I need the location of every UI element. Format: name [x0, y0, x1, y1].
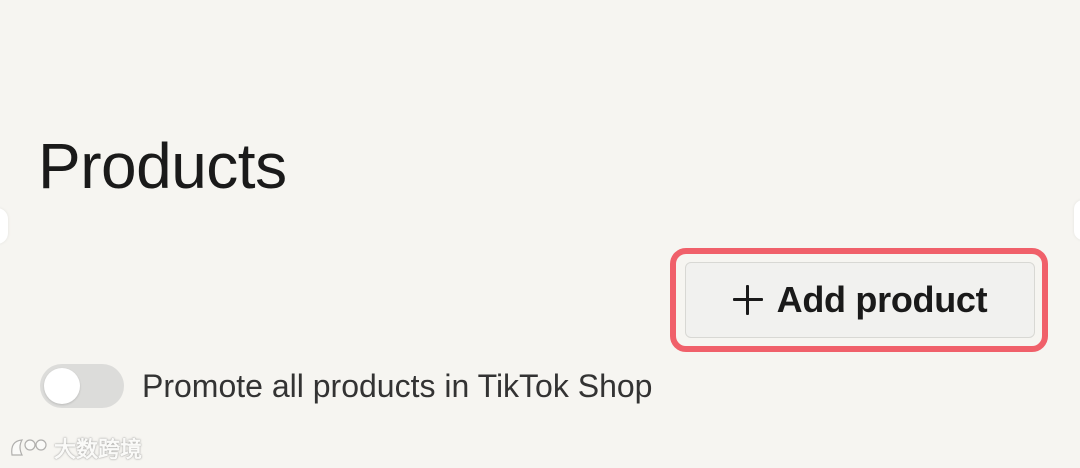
page-title: Products: [38, 130, 287, 202]
watermark-text: 大数跨境: [54, 437, 143, 462]
promote-all-row: Promote all products in TikTok Shop: [40, 364, 652, 408]
left-edge-handle[interactable]: [0, 208, 8, 244]
watermark-logo-icon: [11, 439, 47, 456]
promote-all-toggle[interactable]: [40, 364, 124, 408]
products-page: Products Add product Promote all product…: [0, 0, 1080, 468]
plus-icon: [732, 285, 763, 315]
promote-all-label: Promote all products in TikTok Shop: [142, 367, 653, 404]
add-product-button[interactable]: Add product: [685, 262, 1035, 338]
watermark: 大数跨境: [8, 432, 142, 464]
right-edge-handle[interactable]: [1074, 200, 1080, 240]
add-product-label: Add product: [776, 279, 988, 320]
toggle-knob: [44, 368, 80, 404]
